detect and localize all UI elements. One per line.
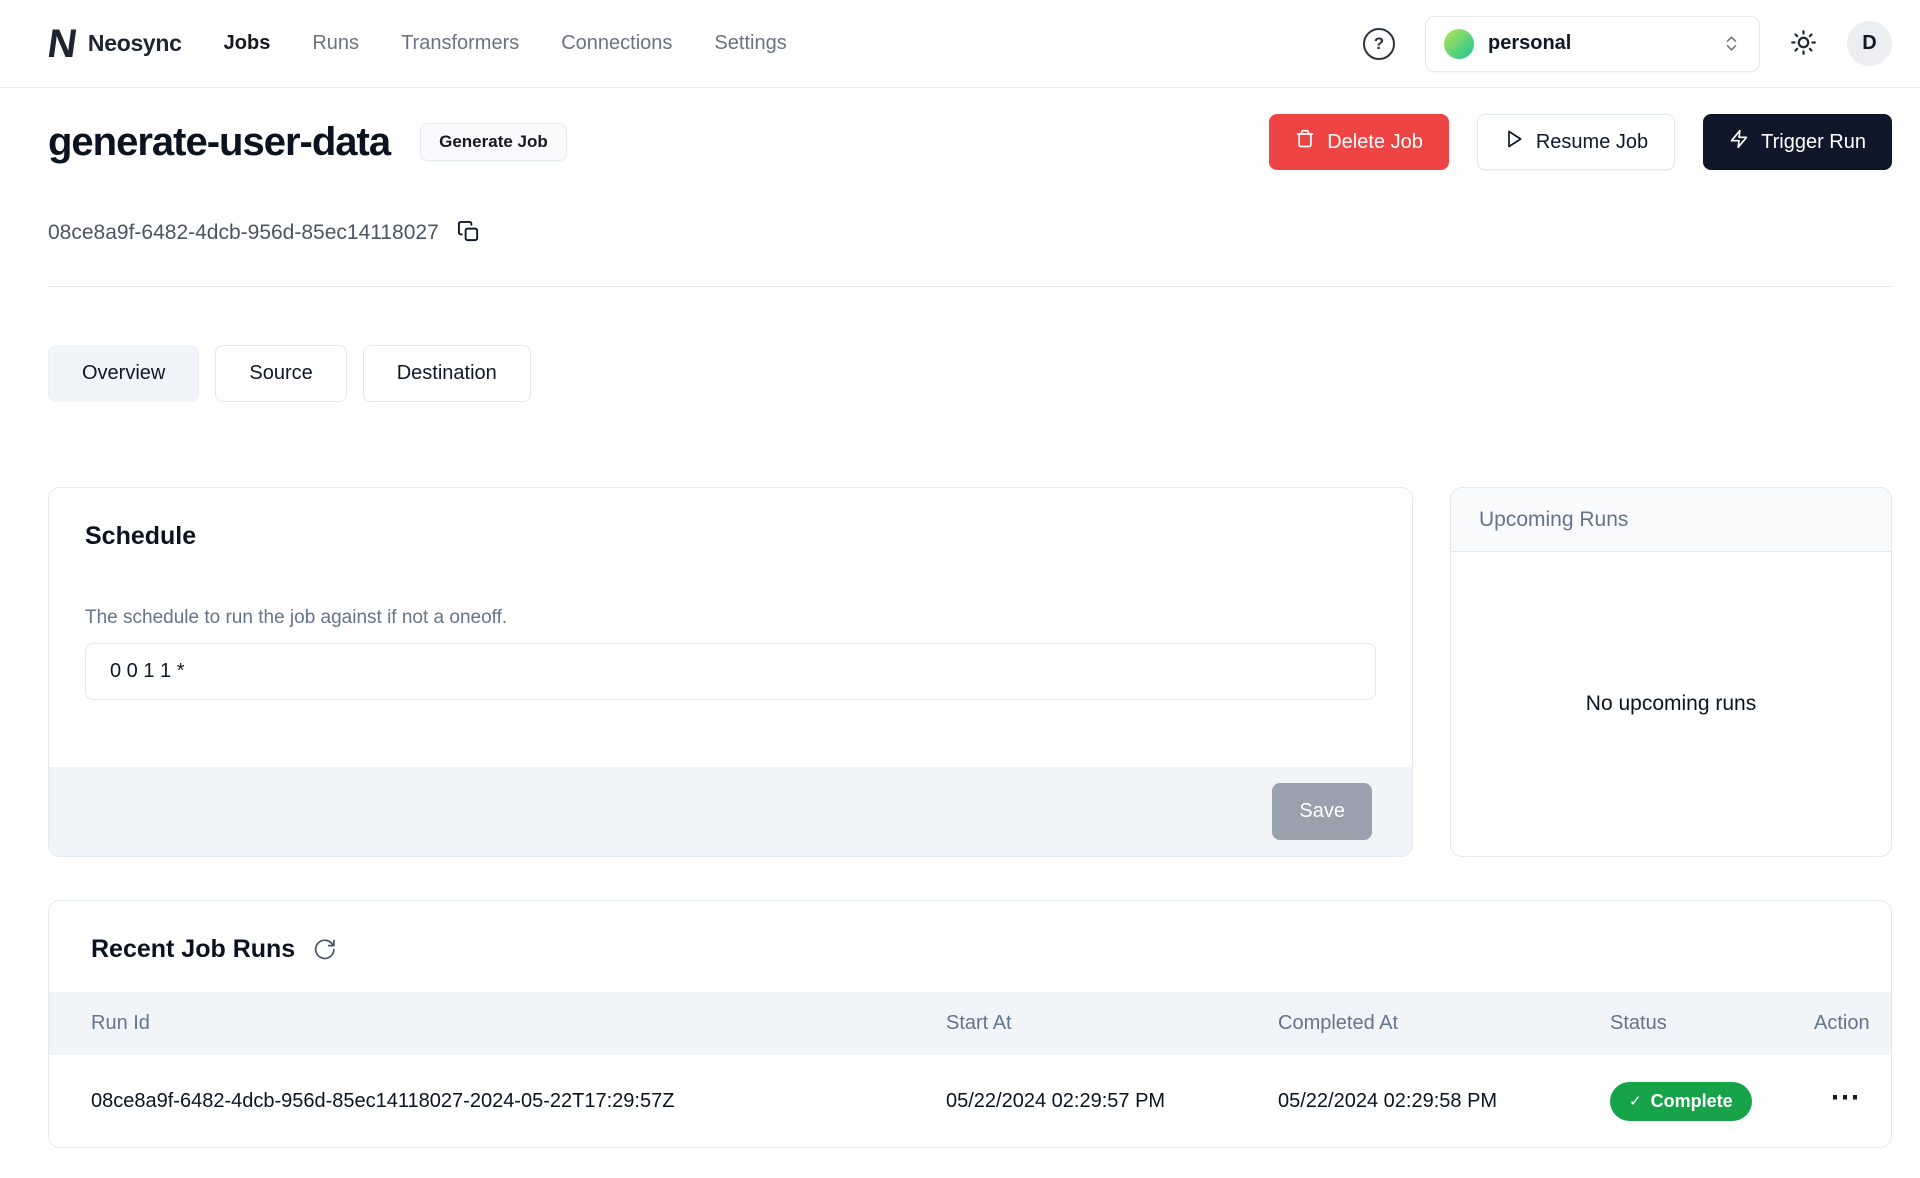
overview-cards: Schedule The schedule to run the job aga… (48, 487, 1892, 857)
resume-job-label: Resume Job (1536, 131, 1648, 154)
workspace-avatar (1444, 29, 1474, 59)
schedule-description: The schedule to run the job against if n… (85, 607, 1376, 629)
col-run-id: Run Id (91, 1012, 946, 1035)
refresh-button[interactable] (313, 938, 336, 964)
schedule-footer: Save (49, 767, 1412, 856)
col-completed-at: Completed At (1278, 1012, 1610, 1035)
upcoming-runs-card: Upcoming Runs No upcoming runs (1450, 487, 1892, 857)
workspace-select[interactable]: personal (1425, 16, 1760, 72)
copy-icon (457, 220, 480, 246)
delete-job-button[interactable]: Delete Job (1269, 114, 1449, 170)
completed-at-cell: 05/22/2024 02:29:58 PM (1278, 1090, 1610, 1113)
schedule-card: Schedule The schedule to run the job aga… (48, 487, 1413, 857)
schedule-title: Schedule (85, 522, 1376, 551)
tab-bar: Overview Source Destination (48, 345, 1892, 402)
recent-job-runs-card: Recent Job Runs Run Id Start At Complete… (48, 900, 1892, 1148)
status-label: Complete (1651, 1091, 1733, 1112)
status-cell: ✓ Complete (1610, 1082, 1814, 1121)
trigger-run-label: Trigger Run (1761, 131, 1866, 154)
theme-toggle-button[interactable] (1790, 29, 1817, 59)
recent-runs-title-row: Recent Job Runs (49, 901, 1891, 964)
header-divider (48, 286, 1892, 287)
sun-icon (1790, 29, 1817, 59)
workspace-label: personal (1488, 32, 1571, 55)
lightning-icon (1729, 129, 1749, 155)
save-button[interactable]: Save (1272, 783, 1372, 840)
start-at-cell: 05/22/2024 02:29:57 PM (946, 1090, 1278, 1113)
nav-item-transformers[interactable]: Transformers (401, 32, 519, 55)
nav-item-runs[interactable]: Runs (312, 32, 359, 55)
col-start-at: Start At (946, 1012, 1278, 1035)
nav-right: ? personal D (1363, 16, 1892, 72)
tab-destination[interactable]: Destination (363, 345, 531, 402)
table-row[interactable]: 08ce8a9f-6482-4dcb-956d-85ec14118027-202… (49, 1055, 1891, 1147)
refresh-icon (313, 938, 336, 964)
user-avatar[interactable]: D (1847, 21, 1892, 66)
runs-table-header: Run Id Start At Completed At Status Acti… (49, 992, 1891, 1055)
nav-links: Jobs Runs Transformers Connections Setti… (224, 32, 787, 55)
check-icon: ✓ (1629, 1092, 1642, 1110)
job-id: 08ce8a9f-6482-4dcb-956d-85ec14118027 (48, 221, 439, 245)
resume-job-button[interactable]: Resume Job (1477, 114, 1675, 170)
nav-item-settings[interactable]: Settings (714, 32, 786, 55)
chevron-up-down-icon (1722, 34, 1741, 53)
neosync-logo-icon: N (45, 24, 78, 64)
copy-id-button[interactable] (457, 220, 480, 246)
trash-icon (1295, 129, 1315, 155)
upcoming-runs-empty-message: No upcoming runs (1451, 552, 1891, 856)
job-type-badge: Generate Job (420, 123, 567, 161)
job-id-row: 08ce8a9f-6482-4dcb-956d-85ec14118027 (48, 220, 1892, 246)
help-icon: ? (1374, 34, 1384, 54)
top-nav: N Neosync Jobs Runs Transformers Connect… (0, 0, 1920, 88)
brand[interactable]: N Neosync (48, 24, 182, 64)
tab-source[interactable]: Source (215, 345, 346, 402)
delete-job-label: Delete Job (1327, 131, 1423, 154)
action-cell: ⋯ (1814, 1090, 1861, 1113)
main-content: generate-user-data Generate Job Delete J… (0, 88, 1920, 1148)
page-title: generate-user-data (48, 120, 390, 165)
col-status: Status (1610, 1012, 1814, 1035)
brand-name: Neosync (88, 30, 182, 57)
page-header: generate-user-data Generate Job Delete J… (48, 114, 1892, 170)
nav-item-jobs[interactable]: Jobs (224, 32, 271, 55)
schedule-body: Schedule The schedule to run the job aga… (49, 488, 1412, 700)
avatar-initial: D (1862, 32, 1876, 55)
upcoming-runs-header: Upcoming Runs (1451, 488, 1891, 552)
recent-runs-title: Recent Job Runs (91, 935, 295, 964)
status-badge[interactable]: ✓ Complete (1610, 1082, 1752, 1121)
tab-overview[interactable]: Overview (48, 345, 199, 402)
run-id-cell[interactable]: 08ce8a9f-6482-4dcb-956d-85ec14118027-202… (91, 1090, 946, 1113)
header-actions: Delete Job Resume Job Trigger Run (1269, 114, 1892, 170)
nav-item-connections[interactable]: Connections (561, 32, 672, 55)
play-icon (1504, 129, 1524, 155)
cron-schedule-input[interactable] (85, 643, 1376, 700)
col-action: Action (1814, 1012, 1870, 1035)
help-button[interactable]: ? (1363, 28, 1395, 60)
trigger-run-button[interactable]: Trigger Run (1703, 114, 1892, 170)
